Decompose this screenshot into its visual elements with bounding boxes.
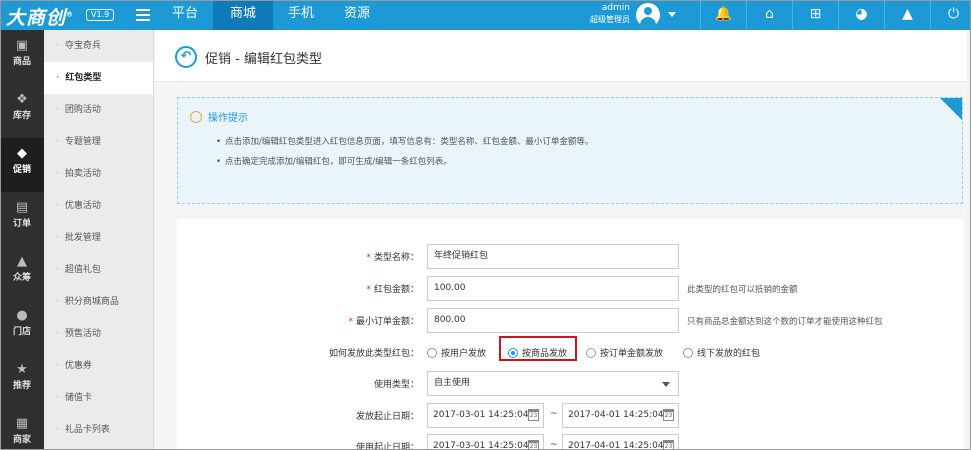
admin-name: admin (601, 3, 630, 13)
amount-input[interactable]: 100.00 (427, 276, 679, 301)
top-nav-mobile[interactable]: 手机 (273, 0, 329, 30)
back-arrow-icon[interactable]: ↶ (175, 46, 197, 68)
min-order-input[interactable]: 800.00 (427, 308, 679, 333)
issue-method-label: 如何发放此类型红包： (328, 349, 419, 359)
amount-label: * 红包金额： (366, 285, 419, 295)
range-separator: ~ (550, 440, 558, 450)
dropdown-arrow-icon (662, 382, 670, 387)
sub-nav-item[interactable]: · 夺宝奇兵 (44, 30, 153, 62)
sub-nav-item[interactable]: · 团购活动 (44, 94, 153, 126)
radio-offline[interactable]: 线下发放的红包 (683, 346, 760, 359)
tips-heading[interactable]: 操作提示 (190, 109, 248, 124)
amount-hint: 此类型的红包可以抵销的金额 (687, 285, 798, 295)
tag-icon: ◆ (17, 146, 27, 161)
top-nav: 平台 商城 手机 资源 (157, 0, 385, 30)
radio-by-order-amount[interactable]: 按订单金额发放 (586, 346, 663, 359)
cleaning-icon[interactable]: ▲ (884, 0, 930, 30)
brand-logo[interactable]: 大商创® (6, 3, 74, 30)
form-row-issue-period: 发放起止日期： 2017-03-01 14:25:04 23 ~ 2017-04-… (177, 403, 963, 429)
star-icon: ★ (16, 362, 28, 377)
menu-toggle-icon[interactable] (136, 9, 150, 21)
top-nav-platform[interactable]: 平台 (157, 0, 213, 30)
palette-icon[interactable]: ◕ (838, 0, 884, 30)
usage-type-label: 使用类型： (373, 380, 419, 390)
tip-line: • 点击添加/编辑红包类型进入红包信息页面，填写信息有：类型名称、红包金额、最小订… (216, 137, 594, 147)
clipboard-icon: ▤ (15, 200, 29, 215)
bonus-type-form: * 类型名称： 年终促销红包 * 红包金额： 100.00 此类型的红包可以抵销的金… (177, 219, 963, 450)
usage-type-select[interactable]: 自主使用 (427, 371, 679, 396)
form-row-issue-method: 如何发放此类型红包： 按用户发放 按商品发放 按订单金额发放 线下发放的红包 (177, 336, 963, 366)
calendar-icon: 23 (528, 440, 539, 450)
store-icon: ▦ (15, 416, 29, 431)
sub-nav-item[interactable]: · 优惠活动 (44, 190, 153, 222)
left-nav-merchant[interactable]: ▦ 商家 (0, 408, 44, 450)
mountain-icon: ▲ (17, 254, 27, 269)
use-start-date-input[interactable]: 2017-03-01 14:25:04 23 (427, 434, 544, 450)
lightbulb-icon (190, 111, 202, 123)
left-nav-goods[interactable]: ▣ 商品 (0, 30, 44, 84)
issue-period-label: 发放起止日期： (355, 412, 419, 422)
location-icon: ● (16, 308, 28, 323)
form-row-type-name: * 类型名称： 年终促销红包 (177, 244, 963, 270)
form-row-use-period: 使用起止日期： 2017-03-01 14:25:04 23 ~ 2017-04-… (177, 434, 963, 450)
admin-role: 超级管理员 (590, 15, 630, 24)
issue-end-date-input[interactable]: 2017-04-01 14:25:04 23 (562, 403, 679, 428)
form-row-amount: * 红包金额： 100.00 此类型的红包可以抵销的金额 (177, 276, 963, 302)
sub-nav-item[interactable]: · 预售活动 (44, 318, 153, 350)
range-separator: ~ (550, 409, 558, 419)
sub-nav-item[interactable]: · 优惠券 (44, 350, 153, 382)
top-icons: 🔔 ⌂ ⊞ ◕ ▲ ⏻ (700, 0, 971, 30)
left-nav-stock[interactable]: ❖ 库存 (0, 84, 44, 138)
tips-panel: 操作提示 • 点击添加/编辑红包类型进入红包信息页面，填写信息有：类型名称、红包金… (177, 97, 963, 204)
page-title: 促销 - 编辑红包类型 (205, 52, 322, 67)
sub-nav-item-active[interactable]: · 红包类型 (44, 62, 153, 94)
left-nav-orders[interactable]: ▤ 订单 (0, 192, 44, 246)
power-icon[interactable]: ⏻ (930, 0, 971, 30)
home-icon[interactable]: ⌂ (746, 0, 792, 30)
left-nav-promotion[interactable]: ◆ 促销 (0, 138, 44, 192)
form-row-min-order: * 最小订单金额： 800.00 只有商品总金额达到这个数的订单才能使用这种红包 (177, 308, 963, 334)
sub-nav-item[interactable]: · 拍卖活动 (44, 158, 153, 190)
sub-nav-item[interactable]: · 储值卡 (44, 382, 153, 414)
admin-info[interactable]: admin 超级管理员 (578, 3, 630, 25)
min-order-hint: 只有商品总金额达到这个数的订单才能使用这种红包 (687, 317, 883, 327)
collapse-corner-icon[interactable] (940, 98, 962, 120)
top-nav-mall[interactable]: 商城 (213, 0, 273, 30)
page-header: ↶ 促销 - 编辑红包类型 (155, 30, 967, 82)
calendar-icon: 23 (528, 409, 539, 421)
tip-line: • 点击确定完成添加/编辑红包，即可生成/编辑一条红包列表。 (216, 157, 452, 167)
sub-nav-item[interactable]: · 礼品卡列表 (44, 414, 153, 446)
bell-icon[interactable]: 🔔 (700, 0, 746, 30)
sub-nav-item[interactable]: · 专题管理 (44, 126, 153, 158)
calendar-icon: 23 (663, 409, 674, 421)
top-bar: 大商创® V1.9 平台 商城 手机 资源 admin 超级管理员 🔔 ⌂ ⊞ … (0, 0, 971, 30)
sub-nav-item[interactable]: · 批发管理 (44, 222, 153, 254)
main-content: ↶ 促销 - 编辑红包类型 操作提示 • 点击添加/编辑红包类型进入红包信息页面，… (155, 30, 967, 450)
sub-nav: · 夺宝奇兵 · 红包类型 · 团购活动 · 专题管理 · 拍卖活动 · 优惠活动 · 批发管… (44, 30, 154, 450)
chevron-down-icon[interactable] (668, 12, 676, 17)
left-nav: ▣ 商品 ❖ 库存 ◆ 促销 ▤ 订单 ▲ 众筹 ● 门店 ★ 推荐 ▦ 商家 (0, 30, 44, 450)
cubes-icon: ❖ (16, 92, 28, 107)
sub-nav-item[interactable]: · 超值礼包 (44, 254, 153, 286)
left-nav-store[interactable]: ● 门店 (0, 300, 44, 354)
type-name-input[interactable]: 年终促销红包 (427, 244, 679, 269)
sub-nav-item[interactable]: · 积分商城商品 (44, 286, 153, 318)
use-period-label: 使用起止日期： (355, 443, 419, 450)
version-badge: V1.9 (86, 9, 115, 21)
avatar[interactable] (636, 3, 660, 27)
top-nav-resources[interactable]: 资源 (329, 0, 385, 30)
min-order-label: * 最小订单金额： (348, 317, 419, 327)
box-icon: ▣ (15, 38, 29, 53)
radio-by-user[interactable]: 按用户发放 (427, 346, 486, 359)
left-nav-recommend[interactable]: ★ 推荐 (0, 354, 44, 408)
issue-start-date-input[interactable]: 2017-03-01 14:25:04 23 (427, 403, 544, 428)
calendar-icon: 23 (663, 440, 674, 450)
left-nav-crowdfunding[interactable]: ▲ 众筹 (0, 246, 44, 300)
type-name-label: * 类型名称： (366, 253, 419, 263)
sitemap-icon[interactable]: ⊞ (792, 0, 838, 30)
radio-by-goods[interactable]: 按商品发放 (508, 346, 567, 359)
form-row-usage-type: 使用类型： 自主使用 (177, 371, 963, 397)
use-end-date-input[interactable]: 2017-04-01 14:25:04 23 (562, 434, 679, 450)
